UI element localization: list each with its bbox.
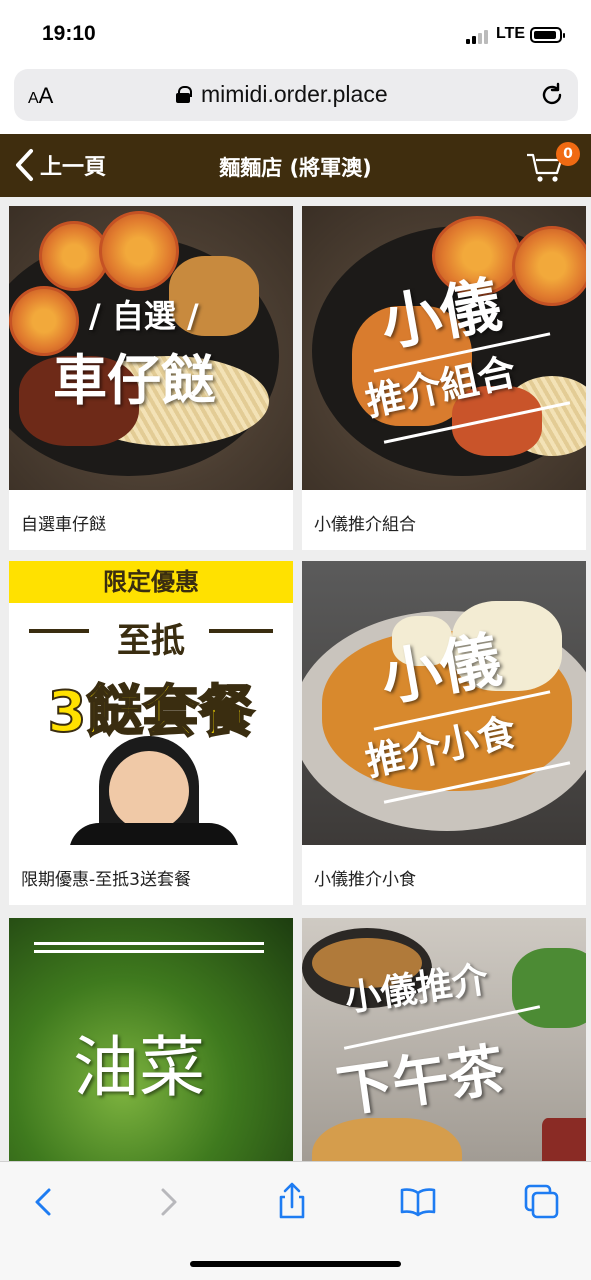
bookmarks-icon[interactable] [398, 1182, 438, 1222]
reload-icon[interactable] [539, 82, 565, 108]
lock-icon [176, 86, 192, 103]
share-icon[interactable] [272, 1182, 312, 1222]
promo-banner: 限定優惠 [9, 561, 293, 603]
menu-card[interactable]: 油菜 [9, 918, 293, 1161]
status-time: 19:10 [42, 22, 96, 45]
menu-grid: / 自選 / 車仔餸 自選車仔餸 小儀 推介組合 小儀推介組合 限定優惠 至抵 [0, 197, 591, 1161]
address-bar[interactable]: AA mimidi.order.place [14, 69, 578, 121]
menu-card[interactable]: 小儀 推介小食 小儀推介小食 [302, 561, 586, 905]
text-size-button[interactable]: AA [28, 83, 53, 109]
forward-icon[interactable] [148, 1182, 188, 1222]
menu-item-name: 自選車仔餸 [21, 515, 106, 535]
store-header: 上一頁 麵麵店 (將軍澳) 0 [0, 134, 591, 197]
image-caption: / 自選 / [89, 297, 199, 335]
menu-image: 小儀 推介小食 [302, 561, 586, 845]
image-caption: 車仔餸 [53, 349, 215, 412]
back-icon[interactable] [24, 1182, 64, 1222]
menu-image: / 自選 / 車仔餸 [9, 206, 293, 490]
image-caption: 至抵 [117, 621, 185, 661]
home-indicator [190, 1261, 401, 1267]
menu-card[interactable]: 限定優惠 至抵 3餸套餐 限期優惠-至抵3送套餐 [9, 561, 293, 905]
cart-button[interactable]: 0 [526, 142, 580, 188]
menu-card[interactable]: 小儀 推介組合 小儀推介組合 [302, 206, 586, 550]
menu-image: 油菜 [9, 918, 293, 1161]
menu-card[interactable]: / 自選 / 車仔餸 自選車仔餸 [9, 206, 293, 550]
page-title: 麵麵店 (將軍澳) [219, 156, 372, 180]
menu-item-name: 小儀推介小食 [314, 870, 416, 890]
menu-card[interactable]: 小儀推介 下午茶 [302, 918, 586, 1161]
cellular-signal-icon [466, 30, 492, 44]
menu-image: 限定優惠 至抵 3餸套餐 [9, 561, 293, 845]
image-caption: 油菜 [73, 1029, 205, 1106]
image-caption: 下午茶 [332, 1037, 509, 1126]
menu-image: 小儀推介 下午茶 [302, 918, 586, 1161]
menu-image: 小儀 推介組合 [302, 206, 586, 490]
battery-icon [530, 27, 565, 43]
menu-item-name: 限期優惠-至抵3送套餐 [21, 870, 191, 890]
menu-item-name: 小儀推介組合 [314, 515, 416, 535]
status-bar: 19:10 LTE [0, 0, 591, 66]
tabs-icon[interactable] [522, 1182, 562, 1222]
url-text[interactable]: mimidi.order.place [201, 81, 388, 108]
network-type: LTE [496, 25, 526, 42]
cart-count-badge: 0 [556, 142, 580, 166]
